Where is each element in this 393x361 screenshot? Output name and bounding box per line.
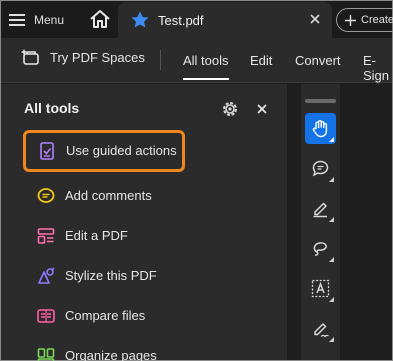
tool-label: Edit a PDF (65, 228, 128, 243)
spaces-label: Try PDF Spaces (50, 49, 145, 65)
hand-icon (312, 120, 328, 138)
submenu-indicator (329, 137, 334, 142)
toolbar-divider (160, 50, 161, 70)
tab-convert[interactable]: Convert (295, 53, 341, 68)
tab-bar: Menu Test.pdf Create (1, 1, 393, 38)
plus-icon (345, 14, 356, 26)
rail-comment-tool[interactable] (305, 153, 336, 184)
lasso-icon (313, 242, 327, 256)
tool-add-comments[interactable]: Add comments (24, 177, 274, 215)
all-tools-panel: All tools Use guided actions Add comment… (1, 84, 287, 361)
signature-icon (314, 323, 329, 338)
hamburger-icon (9, 14, 25, 26)
tool-organize-pages[interactable]: Organize pages (24, 337, 274, 361)
tab-title: Test.pdf (158, 13, 204, 28)
tool-label: Stylize this PDF (65, 268, 157, 283)
compare-icon (37, 309, 55, 323)
tab-edit[interactable]: Edit (250, 53, 272, 68)
menu-button[interactable]: Menu (9, 7, 79, 33)
rail-signature-tool[interactable] (305, 313, 336, 344)
stylize-icon (38, 267, 55, 284)
tool-label: Use guided actions (66, 143, 177, 158)
tool-label: Add comments (65, 188, 152, 203)
highlighter-icon (313, 202, 327, 218)
text-select-icon (311, 279, 330, 298)
comment-icon (312, 160, 329, 177)
tool-compare-files[interactable]: Compare files (24, 297, 274, 335)
edit-pdf-icon (37, 228, 55, 244)
submenu-indicator (329, 177, 334, 182)
submenu-indicator (329, 257, 334, 262)
tool-stylize-this-pdf[interactable]: Stylize this PDF (24, 257, 274, 295)
gear-icon[interactable] (220, 99, 240, 119)
organize-icon (37, 348, 55, 361)
close-panel-icon[interactable] (255, 102, 269, 116)
tab-all-tools[interactable]: All tools (183, 53, 229, 80)
close-tab-icon[interactable] (306, 10, 324, 28)
rail-highlighter-tool[interactable] (305, 193, 336, 224)
tool-label: Organize pages (65, 348, 157, 361)
pdf-spaces-button[interactable]: Try PDF Spaces (21, 48, 145, 66)
panel-title: All tools (24, 100, 80, 116)
home-icon (90, 10, 110, 28)
tool-edit-a-pdf[interactable]: Edit a PDF (24, 217, 274, 255)
spaces-icon (21, 49, 39, 65)
main-toolbar: Try PDF Spaces All tools Edit Convert E-… (1, 38, 392, 83)
home-button[interactable] (89, 8, 111, 32)
submenu-indicator (329, 337, 334, 342)
star-icon[interactable] (130, 10, 150, 30)
tool-label: Compare files (65, 308, 146, 323)
document-tab[interactable]: Test.pdf (118, 2, 332, 38)
submenu-indicator (329, 297, 334, 302)
create-button[interactable]: Create (336, 8, 393, 32)
tab-esign[interactable]: E-Sign (363, 53, 392, 83)
guided-actions-icon (40, 142, 54, 160)
comment-icon (37, 188, 55, 203)
rail-drag-handle[interactable] (305, 99, 336, 103)
rail-lasso-tool[interactable] (305, 233, 336, 264)
menu-label: Menu (34, 13, 65, 27)
tool-use-guided-actions[interactable]: Use guided actions (23, 130, 185, 172)
rail-text-select-tool[interactable] (305, 273, 336, 304)
rail-hand-tool[interactable] (305, 113, 336, 144)
submenu-indicator (329, 217, 334, 222)
create-label: Create (361, 14, 393, 26)
